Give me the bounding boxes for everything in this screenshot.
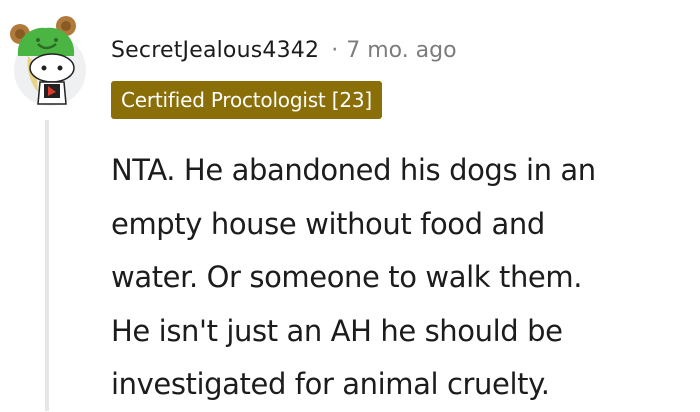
comment: SecretJealous4342 · 7 mo. ago Certified … [0,0,700,411]
username-link[interactable]: SecretJealous4342 [111,38,319,63]
timestamp-link[interactable]: 7 mo. ago [346,38,456,63]
meta-separator: · [331,37,339,63]
thread-line[interactable] [45,120,49,411]
comment-body: NTA. He abandoned his dogs in an empty h… [111,144,696,412]
snoo-avatar-icon [10,16,86,106]
comment-meta: SecretJealous4342 · 7 mo. ago [111,33,457,67]
user-flair-text: Certified Proctologist [23] [121,88,372,112]
comment-body-line: empty house without food and [111,206,545,241]
comment-body-line: investigated for animal cruelty. [111,367,550,401]
comment-body-line: He isn't just an AH he should be [111,313,563,348]
avatar[interactable] [10,14,92,108]
comment-body-line: NTA. He abandoned his dogs in an [111,153,596,187]
comment-body-line: water. Or someone to walk them. [111,260,583,294]
user-flair: Certified Proctologist [23] [111,81,382,119]
